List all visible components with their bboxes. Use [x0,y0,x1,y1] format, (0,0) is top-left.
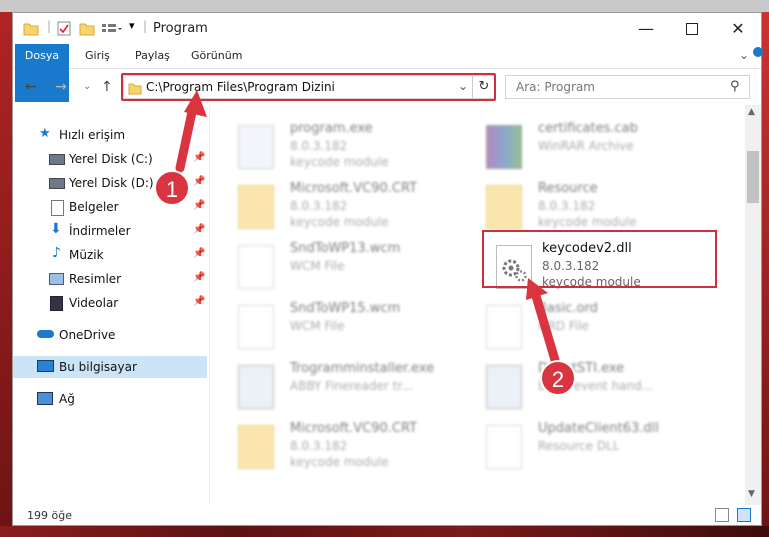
step-1-badge: 1 [154,170,190,206]
annotation-arrows [175,90,560,365]
step-2-badge: 2 [540,360,576,396]
